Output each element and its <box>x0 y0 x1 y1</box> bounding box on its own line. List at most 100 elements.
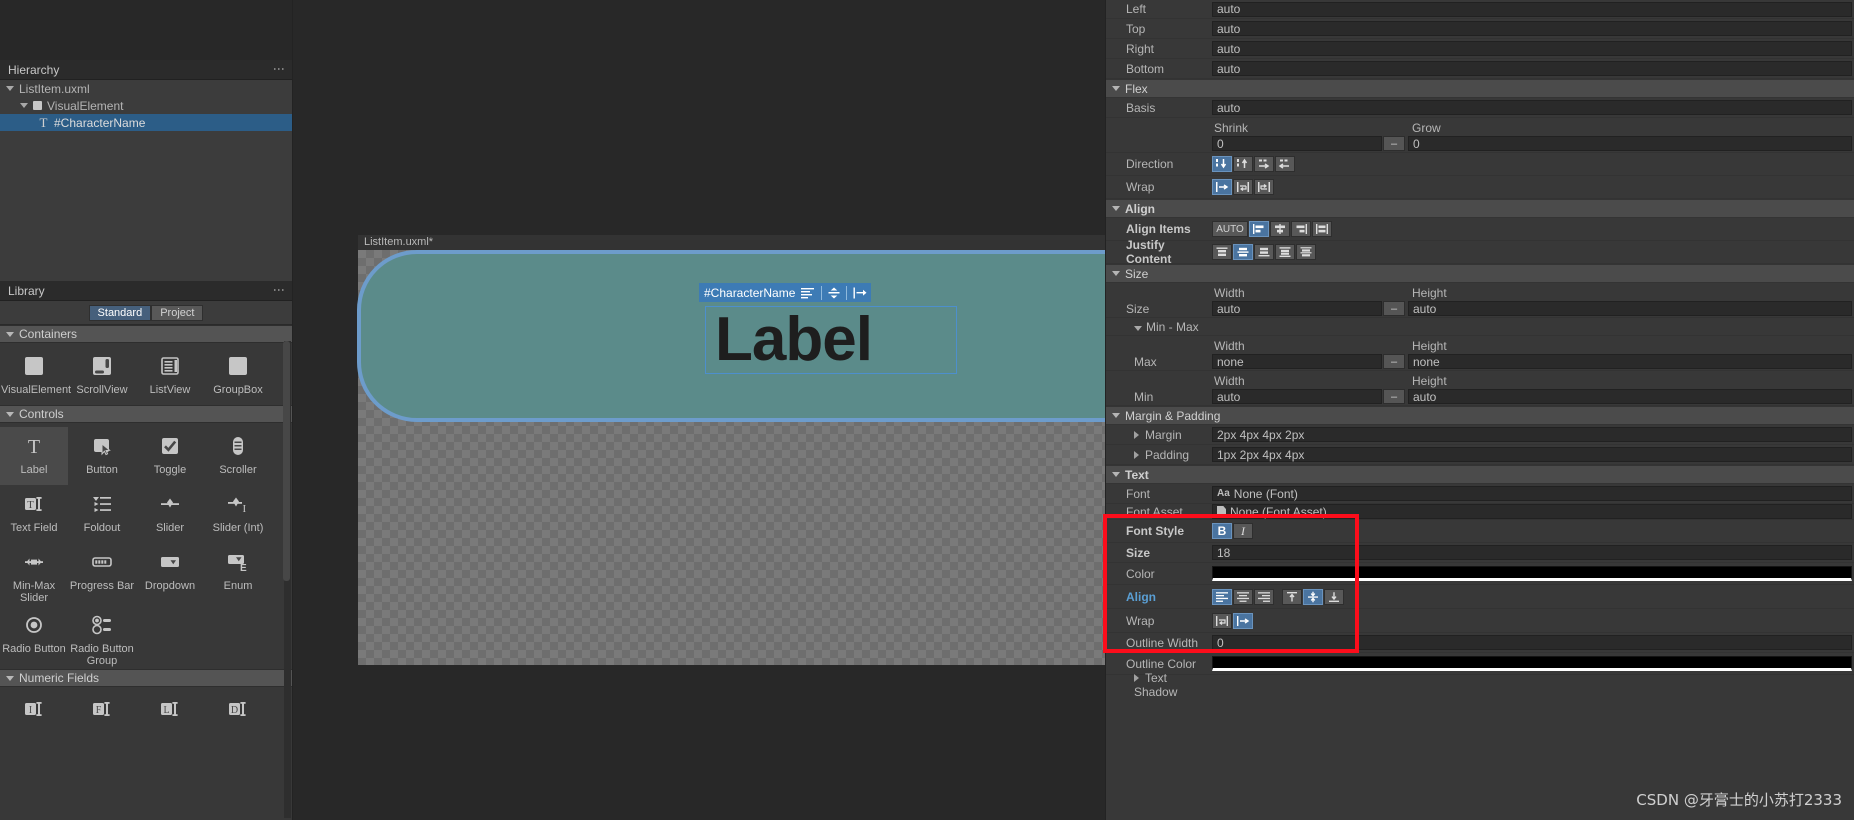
align-items-flex-start-button[interactable] <box>1249 221 1269 237</box>
library-category-containers[interactable]: Containers <box>0 325 292 343</box>
padding-field[interactable]: 1px 2px 4px 4px <box>1212 447 1852 462</box>
section-margin-padding[interactable]: Margin & Padding <box>1106 406 1854 425</box>
inspector-row-size[interactable]: Size auto – auto <box>1106 300 1854 318</box>
library-item-listview[interactable]: ListView <box>136 347 204 405</box>
library-scrollbar-track[interactable] <box>283 341 291 818</box>
outline-color-swatch[interactable] <box>1212 656 1852 671</box>
text-align-upper-button[interactable] <box>1282 588 1302 605</box>
inspector-row-font-style[interactable]: Font Style B I <box>1106 520 1854 543</box>
triangle-right-icon[interactable] <box>1134 450 1139 459</box>
text-align-left-button[interactable] <box>1212 588 1232 605</box>
library-item-toggle[interactable]: Toggle <box>136 427 204 485</box>
library-item-dropdown[interactable]: Dropdown <box>136 543 204 606</box>
inspector-row-direction[interactable]: Direction <box>1106 153 1854 176</box>
triangle-down-icon[interactable] <box>1112 86 1120 91</box>
font-object-field[interactable]: Aa None (Font) <box>1212 486 1852 501</box>
inspector-row-text-color[interactable]: Color <box>1106 563 1854 585</box>
wrap-nowrap-button[interactable] <box>1212 179 1232 195</box>
section-size[interactable]: Size <box>1106 264 1854 283</box>
wrap-nowrap-icon[interactable] <box>853 287 867 299</box>
inspector-row-outline-width[interactable]: Outline Width 0 <box>1106 633 1854 653</box>
inspector-row-min[interactable]: Min auto – auto <box>1106 388 1854 406</box>
text-size-field[interactable]: 18 <box>1212 545 1852 560</box>
text-align-lower-button[interactable] <box>1324 588 1344 605</box>
library-scrollbar-thumb[interactable] <box>283 341 290 581</box>
triangle-down-icon[interactable] <box>1112 271 1120 276</box>
triangle-down-icon[interactable] <box>1112 413 1120 418</box>
inspector-row-justify-content[interactable]: Justify Content <box>1106 238 1854 266</box>
library-category-numeric-fields[interactable]: Numeric Fields <box>0 669 292 687</box>
min-link-button[interactable]: – <box>1383 389 1405 404</box>
tab-standard[interactable]: Standard <box>88 304 152 321</box>
align-left-icon[interactable] <box>801 287 815 299</box>
shrink-link-button[interactable]: – <box>1383 136 1405 151</box>
inspector-row-top[interactable]: Top auto <box>1106 19 1854 39</box>
direction-row-button[interactable] <box>1254 156 1274 172</box>
triangle-right-icon[interactable] <box>1134 430 1139 439</box>
library-item-slider-int[interactable]: I Slider (Int) <box>204 485 272 543</box>
font-asset-object-field[interactable]: None (Font Asset) <box>1212 504 1852 519</box>
inspector-row-right[interactable]: Right auto <box>1106 39 1854 59</box>
triangle-down-icon[interactable] <box>1134 325 1142 331</box>
font-style-italic-button[interactable]: I <box>1233 523 1253 539</box>
triangle-down-icon[interactable] <box>6 411 14 417</box>
max-width-field[interactable]: none <box>1212 354 1382 369</box>
library-item-long-field[interactable]: L <box>136 691 204 749</box>
hierarchy-menu-icon[interactable]: ⋮ <box>272 63 286 75</box>
inspector-row-text-wrap[interactable]: Wrap <box>1106 609 1854 633</box>
outline-color-swatch-wrap[interactable] <box>1212 656 1852 671</box>
inspector-row-basis[interactable]: Basis auto <box>1106 98 1854 118</box>
library-item-label[interactable]: T Label <box>0 427 68 485</box>
library-item-slider[interactable]: Slider <box>136 485 204 543</box>
inspector-row-outline-color[interactable]: Outline Color <box>1106 653 1854 675</box>
library-item-radio-button-group[interactable]: Radio Button Group <box>68 606 136 669</box>
inspector-row-margin[interactable]: Margin 2px 4px 4px 2px <box>1106 425 1854 445</box>
text-wrap-nowrap-button[interactable] <box>1233 612 1253 629</box>
triangle-down-icon[interactable] <box>1112 472 1120 477</box>
inspector-row-align-items[interactable]: Align Items AUTO <box>1106 218 1854 241</box>
text-color-swatch[interactable] <box>1212 566 1852 581</box>
inspector-panel[interactable]: Left auto Top auto Right auto Bottom aut… <box>1105 0 1854 820</box>
min-width-field[interactable]: auto <box>1212 389 1382 404</box>
selection-tag[interactable]: #CharacterName <box>699 283 872 302</box>
triangle-down-icon[interactable] <box>6 675 14 681</box>
inspector-row-font[interactable]: Font Aa None (Font) <box>1106 484 1854 504</box>
library-item-text-field[interactable]: T Text Field <box>0 485 68 543</box>
library-item-progress-bar[interactable]: Progress Bar <box>68 543 136 606</box>
library-item-enum[interactable]: E Enum <box>204 543 272 606</box>
library-menu-icon[interactable]: ⋮ <box>272 284 286 296</box>
align-items-stretch-button[interactable] <box>1312 221 1332 237</box>
inspector-row-shrink-grow[interactable]: 0 – 0 <box>1106 135 1854 153</box>
tab-project[interactable]: Project <box>151 304 204 321</box>
font-style-bold-button[interactable]: B <box>1212 523 1232 539</box>
text-color-swatch-wrap[interactable] <box>1212 566 1852 581</box>
library-item-radio-button[interactable]: Radio Button <box>0 606 68 669</box>
library-item-scroller[interactable]: Scroller <box>204 427 272 485</box>
triangle-right-icon[interactable] <box>1134 674 1139 682</box>
library-category-controls[interactable]: Controls <box>0 405 292 423</box>
inspector-row-text-shadow[interactable]: Text Shadow <box>1106 671 1854 699</box>
justify-flex-start-button[interactable] <box>1212 244 1232 260</box>
align-items-center-button[interactable] <box>1270 221 1290 237</box>
inspector-row-font-asset[interactable]: Font Asset None (Font Asset) <box>1106 504 1854 520</box>
align-items-flex-end-button[interactable] <box>1291 221 1311 237</box>
right-field[interactable]: auto <box>1212 41 1852 56</box>
direction-column-reverse-button[interactable] <box>1233 156 1253 172</box>
wrap-wrap-button[interactable] <box>1233 179 1253 195</box>
outline-width-field[interactable]: 0 <box>1212 635 1852 650</box>
inspector-row-padding[interactable]: Padding 1px 2px 4px 4px <box>1106 445 1854 465</box>
inspector-row-text-size[interactable]: Size 18 <box>1106 543 1854 563</box>
triangle-down-icon[interactable] <box>6 86 14 91</box>
margin-field[interactable]: 2px 4px 4px 2px <box>1212 427 1852 442</box>
size-link-button[interactable]: – <box>1383 301 1405 316</box>
library-item-min-max-slider[interactable]: Min-Max Slider <box>0 543 68 606</box>
library-item-visualelement[interactable]: VisualElement <box>0 347 71 405</box>
justify-space-around-button[interactable] <box>1296 244 1316 260</box>
inspector-row-text-align[interactable]: Align <box>1106 585 1854 609</box>
section-align[interactable]: Align <box>1106 199 1854 218</box>
bottom-field[interactable]: auto <box>1212 61 1852 76</box>
justify-center-button[interactable] <box>1233 244 1253 260</box>
inspector-row-left[interactable]: Left auto <box>1106 0 1854 19</box>
align-middle-icon[interactable] <box>828 287 840 299</box>
basis-field[interactable]: auto <box>1212 100 1852 115</box>
